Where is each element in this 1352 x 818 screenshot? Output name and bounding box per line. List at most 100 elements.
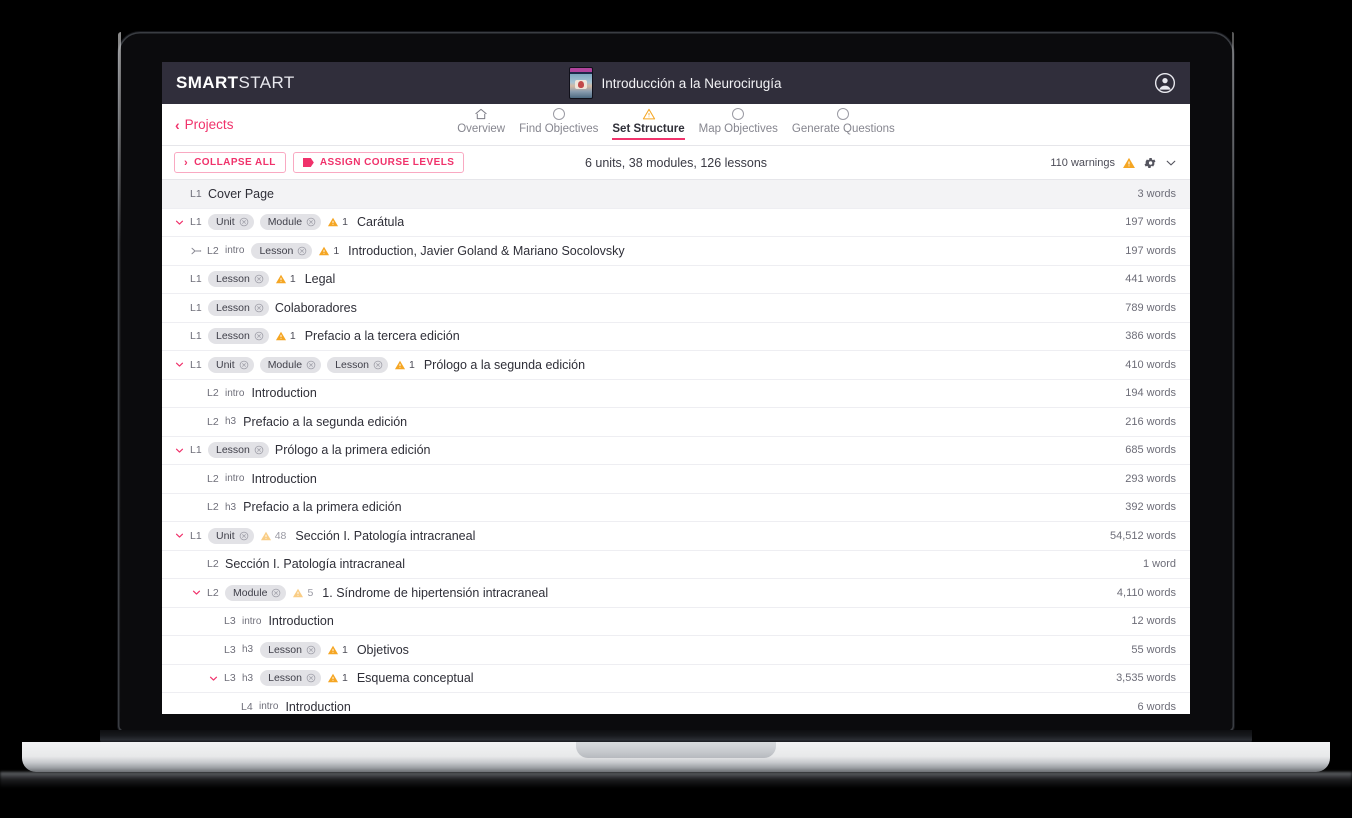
tree-row-level: L1 [190,444,202,457]
tree-row[interactable]: L1 Cover Page 3 words [162,180,1190,209]
tree-row-expander[interactable] [168,445,190,456]
remove-chip-icon[interactable] [306,645,316,655]
tree-row[interactable]: L2 Module 5 1. Síndrome de hipertensión int… [162,579,1190,608]
tree-row[interactable]: L2 Sección I. Patología intracraneal 1 wor… [162,551,1190,579]
remove-chip-icon[interactable] [297,246,307,256]
row-warning-badge[interactable]: 1 [318,245,339,257]
tree-row-word-count: 197 words [1125,216,1176,229]
structure-chip-lesson[interactable]: Lesson [208,328,269,345]
tree-row[interactable]: L1 Lesson 1 Legal 441 words [162,266,1190,294]
row-warning-badge[interactable]: 1 [394,359,415,371]
workflow-step-set-structure[interactable]: Set Structure [605,106,691,140]
tree-row-expander[interactable] [168,530,190,541]
tree-row[interactable]: L3 h3 Lesson 1 Esquema conceptual 3,535 words [162,665,1190,693]
app-logo[interactable]: SMARTSTART [176,73,295,93]
remove-chip-icon[interactable] [271,588,281,598]
tree-row[interactable]: L4 intro Introduction 6 words [162,693,1190,714]
remove-chip-icon[interactable] [306,360,316,370]
row-warning-badge[interactable]: 1 [327,672,348,684]
warning-triangle-icon [328,217,339,227]
row-warning-badge[interactable]: 48 [260,530,286,542]
structure-chip-lesson[interactable]: Lesson [327,356,388,373]
structure-chip-label: Lesson [268,643,302,656]
tree-row-expander[interactable] [185,587,207,598]
remove-chip-icon[interactable] [254,303,264,313]
assign-course-levels-button[interactable]: ASSIGN COURSE LEVELS [292,152,465,173]
structure-chip-unit[interactable]: Unit [208,214,254,231]
tree-row[interactable]: L1 Lesson Prólogo a la primera edición 685 … [162,437,1190,465]
remove-chip-icon[interactable] [254,331,264,341]
tree-row[interactable]: L2 h3 Prefacio a la primera edición 392 wor… [162,494,1190,522]
tree-row[interactable]: L2 h3 Prefacio a la segunda edición 216 wor… [162,408,1190,437]
tree-row-expander[interactable] [168,359,190,370]
row-warning-badge[interactable]: 1 [275,330,296,342]
remove-chip-icon[interactable] [306,217,316,227]
row-warning-badge[interactable]: 1 [327,216,348,228]
chevron-down-icon[interactable] [174,445,185,456]
remove-chip-icon[interactable] [254,445,264,455]
structure-chip-lesson[interactable]: Lesson [251,242,313,259]
chevron-down-icon[interactable] [174,530,185,541]
tree-row[interactable]: L2 intro Introduction 194 words [162,380,1190,408]
workflow-step-overview[interactable]: Overview [450,106,512,138]
row-warning-badge[interactable]: 1 [327,644,348,656]
collapse-all-button[interactable]: › COLLAPSE ALL [174,152,286,173]
structure-chip-lesson[interactable]: Lesson [260,670,321,687]
row-warning-badge[interactable]: 5 [292,587,313,599]
structure-chip-lesson[interactable]: Lesson [208,299,269,316]
tree-row[interactable]: L1 Lesson Colaboradores 789 words [162,294,1190,323]
structure-chip-label: Lesson [216,330,250,343]
structure-chip-module[interactable]: Module [259,214,322,231]
row-warning-count: 1 [333,244,340,257]
remove-chip-icon[interactable] [239,531,249,541]
structure-chip-module[interactable]: Module [259,356,322,373]
warning-triangle-icon[interactable] [1122,156,1136,170]
workflow-step-find-objectives[interactable]: Find Objectives [512,106,605,138]
structure-chip-unit[interactable]: Unit [208,356,254,373]
tree-row-heading-tag: intro [259,701,279,713]
structure-chip-label: Lesson [216,444,250,457]
back-to-projects-link[interactable]: ‹ Projects [175,117,233,132]
structure-chip-unit[interactable]: Unit [208,527,254,544]
remove-chip-icon[interactable] [239,360,249,370]
tree-row-level: L2 [207,415,219,428]
tree-row[interactable]: L3 h3 Lesson 1 Objetivos 55 words [162,636,1190,665]
structure-chip-lesson[interactable]: Lesson [260,641,321,658]
chevron-down-icon[interactable] [174,359,185,370]
workflow-step-map-objectives[interactable]: Map Objectives [692,106,785,138]
account-circle-icon[interactable] [1154,72,1176,94]
remove-chip-icon[interactable] [254,274,264,284]
workflow-step-generate-questions[interactable]: Generate Questions [785,106,902,138]
structure-chip-module[interactable]: Module [225,584,287,601]
tree-row[interactable]: L1 Unit Module Lesson 1 Prólogo a la segunda … [162,351,1190,380]
tree-row[interactable]: L2 intro Introduction 293 words [162,465,1190,494]
tree-row[interactable]: L1 Lesson 1 Prefacio a la tercera edición 38… [162,323,1190,351]
chevron-down-icon[interactable] [208,673,219,684]
chevron-down-icon[interactable] [1164,156,1178,170]
assign-course-levels-label: ASSIGN COURSE LEVELS [319,157,455,168]
tree-row[interactable]: L1 Unit Module 1 Carátula 197 words [162,209,1190,237]
warning-triangle-icon [642,106,656,121]
tree-row[interactable]: L2 intro Lesson 1 Introduction, Javier Golan… [162,237,1190,266]
remove-chip-icon[interactable] [306,673,316,683]
workflow-step-label: Generate Questions [791,123,895,135]
move-node-icon[interactable] [190,245,202,257]
remove-chip-icon[interactable] [373,360,383,370]
tree-row-expander[interactable] [185,245,207,257]
gear-icon[interactable] [1143,156,1157,170]
chevron-down-icon[interactable] [174,217,185,228]
tree-row[interactable]: L1 Unit 48 Sección I. Patología intracranea… [162,522,1190,551]
tree-row[interactable]: L3 intro Introduction 12 words [162,608,1190,636]
tree-row-heading-tag: h3 [225,416,237,428]
workflow-step-label: Set Structure [612,123,685,140]
chevron-down-icon[interactable] [191,587,202,598]
tree-row-expander[interactable] [168,217,190,228]
step-status-circle [732,107,745,120]
remove-chip-icon[interactable] [239,217,249,227]
tree-row-title: Prefacio a la segunda edición [243,414,408,429]
tree-row-title: Sección I. Patología intracraneal [225,557,405,572]
structure-chip-lesson[interactable]: Lesson [208,271,269,288]
structure-chip-lesson[interactable]: Lesson [208,442,269,459]
tree-row-expander[interactable] [202,673,224,684]
row-warning-badge[interactable]: 1 [275,273,296,285]
